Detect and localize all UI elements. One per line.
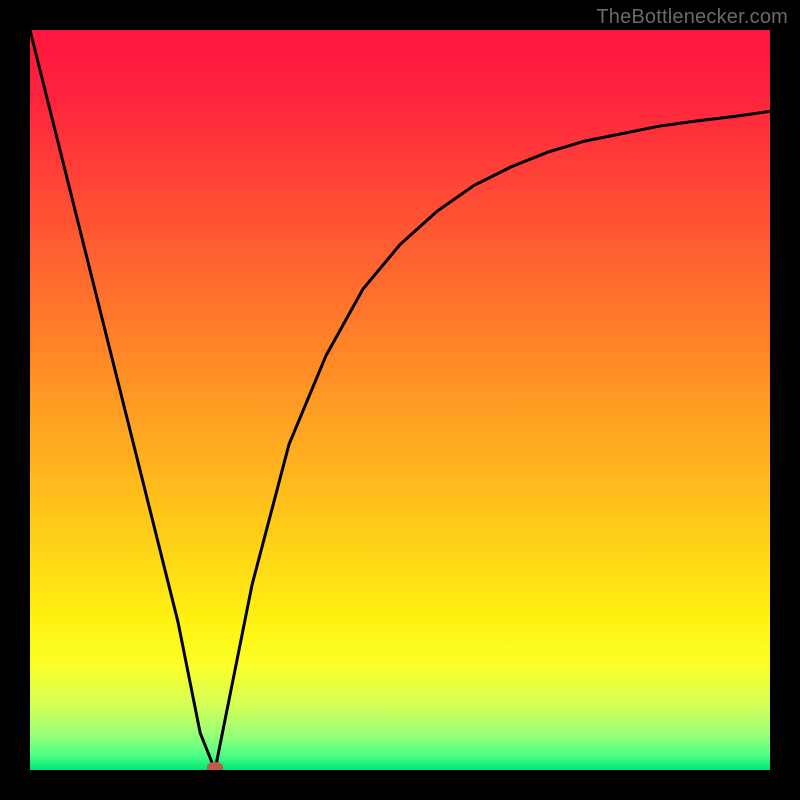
chart-frame: TheBottlenecker.com bbox=[0, 0, 800, 800]
background-gradient bbox=[30, 30, 770, 770]
attribution-text: TheBottlenecker.com bbox=[596, 6, 788, 29]
plot-area bbox=[30, 30, 770, 770]
optimal-point-marker bbox=[207, 762, 223, 770]
